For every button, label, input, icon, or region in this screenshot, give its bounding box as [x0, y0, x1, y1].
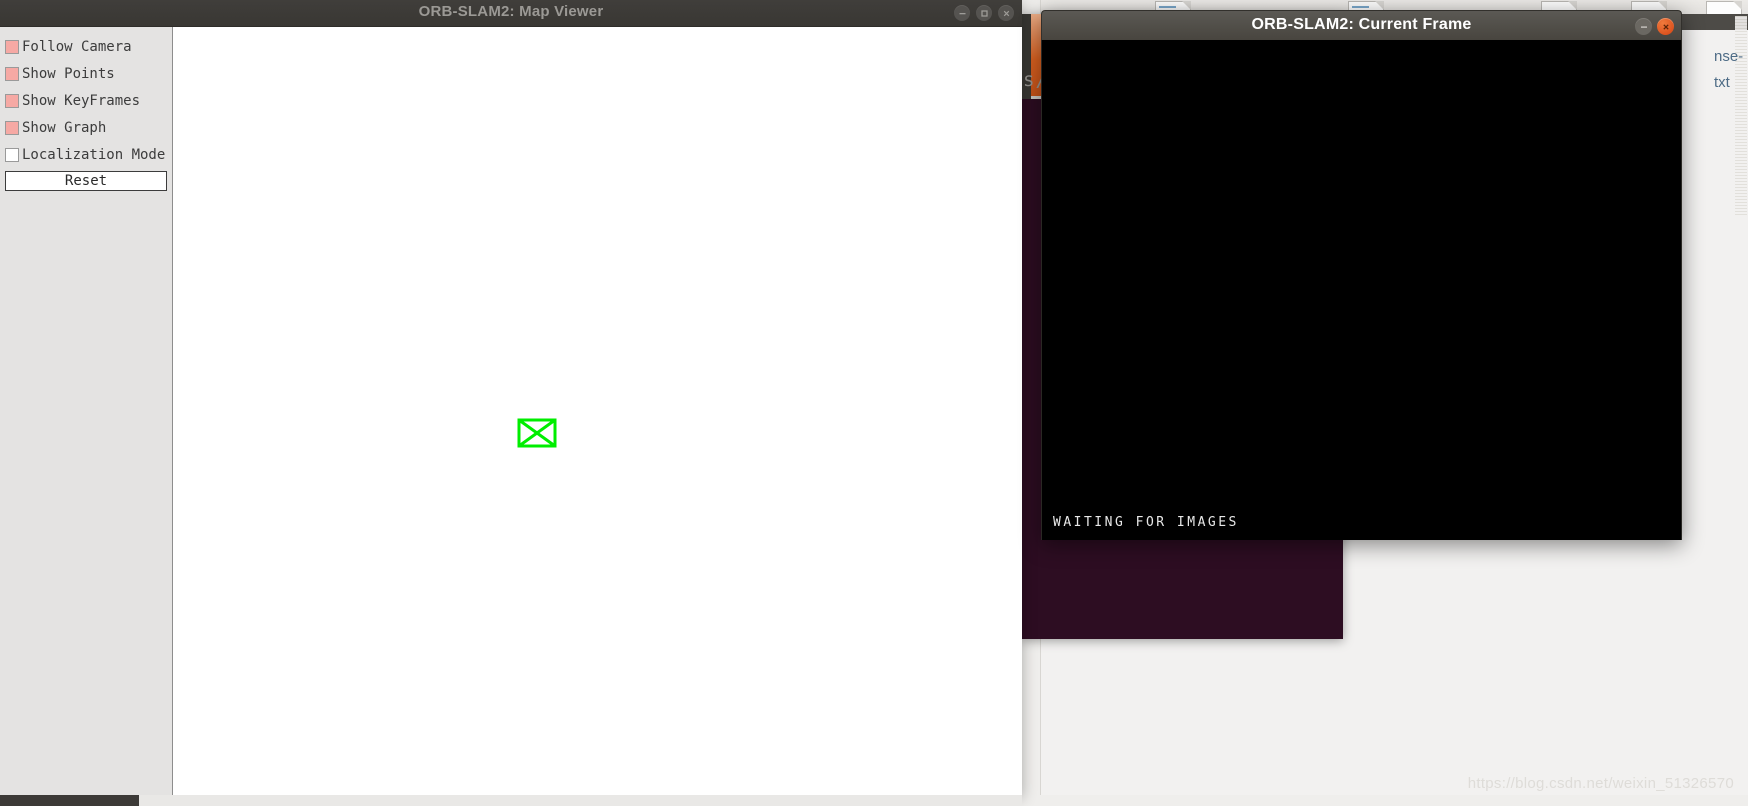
checkbox-label-show-graph: Show Graph [22, 119, 107, 136]
close-icon[interactable] [1657, 18, 1674, 35]
close-icon[interactable] [998, 5, 1014, 21]
map-viewer-canvas[interactable] [174, 27, 1022, 796]
checkbox-show-graph[interactable] [5, 120, 19, 135]
file-manager-filename: nse- txt [1714, 44, 1748, 96]
current-frame-status-text: WAITING FOR IMAGES [1053, 515, 1239, 530]
camera-frustum-icon [516, 416, 558, 455]
checkbox-row-localization-mode[interactable]: Localization Mode [0, 141, 172, 168]
current-frame-window-controls [1635, 18, 1674, 35]
checkbox-row-show-points[interactable]: Show Points [0, 60, 172, 87]
current-frame-window[interactable]: ORB-SLAM2: Current Frame WAITING FOR IMA… [1041, 10, 1682, 540]
minimize-icon[interactable] [954, 5, 970, 21]
current-frame-title: ORB-SLAM2: Current Frame [1251, 16, 1472, 33]
checkbox-localization-mode[interactable] [5, 147, 19, 162]
current-frame-viewport[interactable]: WAITING FOR IMAGES [1041, 40, 1682, 540]
map-viewer-titlebar[interactable]: ORB-SLAM2: Map Viewer [0, 0, 1022, 27]
reset-button[interactable]: Reset [5, 171, 167, 191]
checkbox-label-show-keyframes: Show KeyFrames [22, 92, 141, 109]
scrollbar-thumb[interactable] [0, 795, 139, 806]
checkbox-row-show-graph[interactable]: Show Graph [0, 114, 172, 141]
checkbox-follow-camera[interactable] [5, 39, 19, 54]
checkbox-show-points[interactable] [5, 66, 19, 81]
checkbox-label-show-points: Show Points [22, 65, 115, 82]
filename-fragment-2: txt [1714, 74, 1730, 91]
checkbox-row-follow-camera[interactable]: Follow Camera [0, 33, 172, 60]
map-viewer-window-controls [954, 5, 1014, 21]
filename-fragment-1: nse- [1714, 48, 1744, 65]
checkbox-row-show-keyframes[interactable]: Show KeyFrames [0, 87, 172, 114]
map-viewer-body: Follow Camera Show Points Show KeyFrames… [0, 27, 1022, 796]
checkbox-label-localization-mode: Localization Mode [22, 146, 166, 163]
watermark: https://blog.csdn.net/weixin_51326570 [1467, 775, 1734, 792]
map-viewer-horizontal-scrollbar[interactable] [0, 795, 1022, 806]
maximize-icon[interactable] [976, 5, 992, 21]
map-viewer-window[interactable]: ORB-SLAM2: Map Viewer Follow Camera Show… [0, 0, 1022, 806]
map-viewer-sidebar: Follow Camera Show Points Show KeyFrames… [0, 27, 173, 796]
map-viewer-title: ORB-SLAM2: Map Viewer [418, 3, 604, 20]
checkbox-show-keyframes[interactable] [5, 93, 19, 108]
current-frame-titlebar[interactable]: ORB-SLAM2: Current Frame [1041, 10, 1682, 40]
desktop: nse- txt s/s ORB-SLAM2: Map Viewer [0, 0, 1748, 806]
minimize-icon[interactable] [1635, 18, 1652, 35]
checkbox-label-follow-camera: Follow Camera [22, 38, 132, 55]
